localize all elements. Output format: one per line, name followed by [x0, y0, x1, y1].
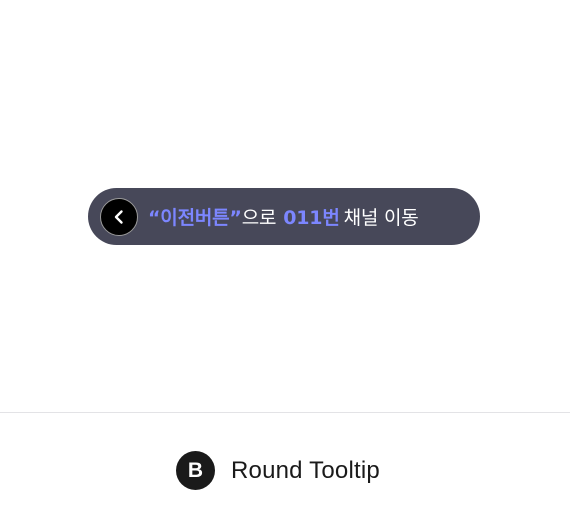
caption-badge: B [176, 451, 215, 490]
tooltip-action-text: 채널 이동 [343, 207, 419, 229]
chevron-left-icon [111, 209, 127, 225]
tooltip-channel-segment: 011번 [283, 207, 340, 229]
back-button[interactable] [100, 197, 138, 236]
divider [0, 412, 570, 413]
caption: B Round Tooltip [176, 451, 380, 490]
tooltip-message: “이전버튼” 으로 011번 채널 이동 [148, 203, 419, 230]
tooltip-particle: 으로 [241, 207, 277, 229]
caption-label: Round Tooltip [231, 456, 380, 484]
round-tooltip: “이전버튼” 으로 011번 채널 이동 [88, 188, 480, 245]
tooltip-quote-segment: “이전버튼” [148, 207, 242, 229]
